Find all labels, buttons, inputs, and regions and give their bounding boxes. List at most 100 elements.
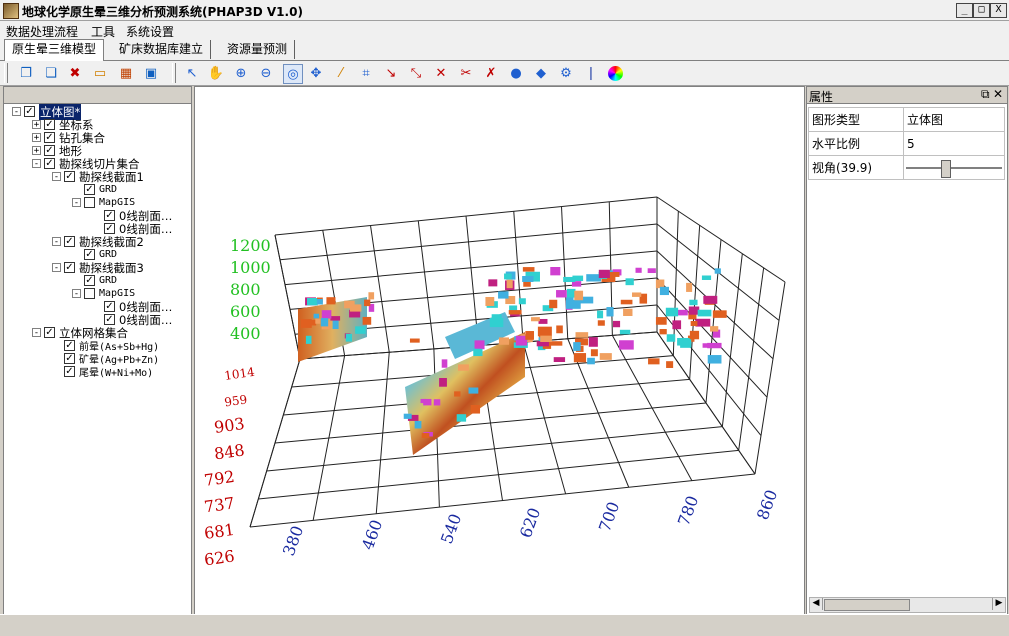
box-icon[interactable]: ◆ — [532, 64, 550, 82]
property-value[interactable]: 立体图 — [903, 107, 1005, 132]
halo-cell — [525, 331, 535, 340]
halo-cell — [714, 268, 721, 274]
menu-settings[interactable]: 系统设置 — [126, 23, 174, 40]
pan-icon[interactable]: ✥ — [307, 64, 325, 82]
collapse-icon[interactable]: - — [72, 289, 81, 299]
cut-icon[interactable]: ⤡ — [407, 64, 425, 82]
halo-cell — [409, 338, 420, 343]
collapse-icon[interactable]: - — [52, 172, 61, 182]
grid-icon[interactable]: ⌗ — [357, 64, 375, 82]
pencil-icon[interactable]: ❘ — [582, 64, 600, 82]
tree-node[interactable]: ✓ 尾晕(W+Ni+Mo) — [52, 365, 153, 379]
image-icon[interactable]: ▦ — [117, 64, 135, 82]
layer-checkbox[interactable]: ✓ — [104, 301, 115, 312]
layer-checkbox[interactable]: ✓ — [104, 223, 115, 234]
layer-checkbox[interactable]: ✓ — [64, 353, 75, 364]
wand-icon[interactable]: ⁄ — [332, 64, 350, 82]
tab-deposit-database[interactable]: 矿床数据库建立 — [112, 40, 212, 59]
layer-checkbox[interactable]: ✓ — [104, 314, 115, 325]
layer-checkbox[interactable]: ✓ — [84, 275, 95, 286]
scissors-icon[interactable]: ✂ — [457, 64, 475, 82]
properties-title: 属性 — [809, 90, 834, 104]
layer-checkbox[interactable]: ✓ — [64, 340, 75, 351]
color-icon[interactable] — [606, 64, 624, 82]
layer-checkbox[interactable]: ✓ — [24, 106, 35, 117]
copy-icon[interactable]: ❏ — [42, 64, 60, 82]
view-angle-slider[interactable] — [903, 155, 1005, 180]
line-icon[interactable]: ↘ — [382, 64, 400, 82]
pointer-icon[interactable]: ↖ — [183, 64, 201, 82]
tab-halo-3d-model[interactable]: 原生晕三维模型 — [4, 39, 105, 61]
collapse-icon[interactable]: - — [32, 328, 41, 338]
view-angle-thumb[interactable] — [941, 160, 952, 178]
halo-cell — [307, 298, 318, 306]
tree-node-label: GRD — [99, 249, 118, 260]
halo-cell — [531, 317, 540, 322]
layer-checkbox[interactable]: ✓ — [104, 210, 115, 221]
scroll-thumb[interactable] — [824, 599, 910, 611]
tool-icon[interactable]: ⚙ — [557, 64, 575, 82]
delete-icon[interactable]: ✖ — [66, 64, 84, 82]
layer-checkbox[interactable]: ✓ — [44, 132, 55, 143]
maximize-button[interactable]: □ — [973, 3, 990, 18]
expand-icon[interactable]: + — [32, 120, 41, 130]
scroll-right-icon[interactable]: ▶ — [992, 598, 1005, 610]
hand-icon[interactable]: ✋ — [207, 64, 225, 82]
expand-icon[interactable]: + — [32, 146, 41, 156]
halo-cell — [414, 420, 422, 429]
halo-cell — [403, 413, 412, 419]
scroll-left-icon[interactable]: ◀ — [810, 598, 823, 610]
save-icon[interactable]: ▭ — [91, 64, 109, 82]
app-icon — [3, 3, 19, 19]
3d-view-canvas[interactable]: 1200 1000 800 600 400 1014 959 903 848 792 737 681 6… — [194, 86, 805, 615]
halo-cell — [439, 377, 447, 387]
layer-checkbox[interactable]: ✓ — [64, 366, 75, 377]
collapse-icon[interactable]: - — [12, 107, 21, 117]
collapse-icon[interactable]: - — [32, 159, 41, 169]
close-button[interactable]: X — [990, 3, 1007, 18]
layer-checkbox[interactable] — [84, 197, 95, 208]
layer-checkbox[interactable]: ✓ — [64, 262, 75, 273]
tab-resource-prediction[interactable]: 资源量预测 — [220, 40, 296, 59]
layer-checkbox[interactable]: ✓ — [84, 184, 95, 195]
point-icon[interactable]: ✗ — [482, 64, 500, 82]
layer-checkbox[interactable] — [84, 288, 95, 299]
expand-icon[interactable]: + — [32, 133, 41, 143]
layer-checkbox[interactable]: ✓ — [64, 171, 75, 182]
zoom-out-icon[interactable]: ⊖ — [257, 64, 275, 82]
3d-plot[interactable]: 1200 1000 800 600 400 1014 959 903 848 792 737 681 6… — [195, 87, 804, 614]
layer-checkbox[interactable]: ✓ — [44, 327, 55, 338]
rotate-icon[interactable]: ◎ — [283, 64, 303, 84]
float-icon[interactable]: ⧉ — [981, 87, 990, 102]
collapse-icon[interactable]: - — [72, 198, 81, 208]
cross-icon[interactable]: ✕ — [432, 64, 450, 82]
halo-cell — [632, 292, 642, 297]
property-row: 水平比例 5 — [808, 131, 1005, 156]
properties-hscrollbar[interactable]: ◀ ▶ — [809, 597, 1006, 613]
layer-checkbox[interactable]: ✓ — [44, 158, 55, 169]
export-icon[interactable]: ▣ — [142, 64, 160, 82]
tree-node[interactable]: - ✓ 勘探线截面1 — [52, 170, 144, 184]
halo-cell — [655, 317, 667, 325]
collapse-icon[interactable]: - — [52, 237, 61, 247]
title-bar: 地球化学原生晕三维分析预测系统(PHAP3D V1.0) _ □ X — [0, 0, 1009, 21]
halo-cell — [563, 276, 576, 283]
property-value[interactable]: 5 — [903, 131, 1005, 156]
tree-node[interactable]: ✓ GRD — [72, 183, 117, 196]
minimize-button[interactable]: _ — [956, 3, 973, 18]
tree-node[interactable]: - ✓ 勘探线截面2 — [52, 235, 144, 249]
menu-tools[interactable]: 工具 — [91, 23, 115, 40]
open-icon[interactable]: ❐ — [17, 64, 35, 82]
zoom-in-icon[interactable]: ⊕ — [232, 64, 250, 82]
tree-node[interactable]: ✓ GRD — [72, 274, 117, 287]
menu-data-process[interactable]: 数据处理流程 — [6, 23, 78, 40]
collapse-icon[interactable]: - — [52, 263, 61, 273]
layer-checkbox[interactable]: ✓ — [44, 145, 55, 156]
layer-checkbox[interactable]: ✓ — [44, 119, 55, 130]
layer-checkbox[interactable]: ✓ — [64, 236, 75, 247]
sphere-icon[interactable]: ● — [507, 64, 525, 82]
layer-checkbox[interactable]: ✓ — [84, 249, 95, 260]
tree-node[interactable]: - ✓ 勘探线截面3 — [52, 261, 144, 275]
halo-cell — [707, 342, 722, 349]
panel-close-icon[interactable]: ✕ — [993, 87, 1003, 101]
